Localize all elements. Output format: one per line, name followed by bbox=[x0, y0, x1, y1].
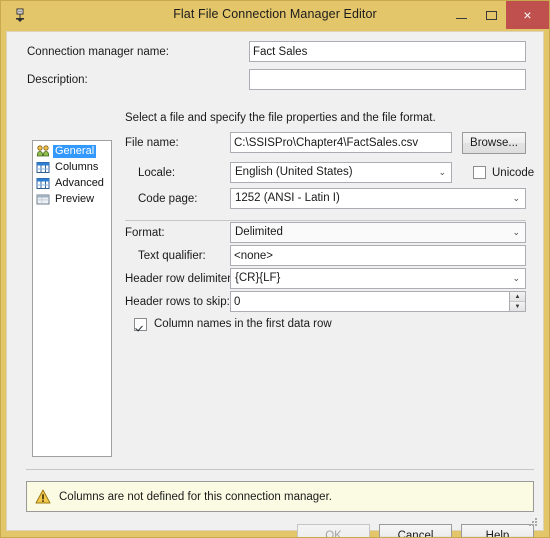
sidebar-item-label: Advanced bbox=[53, 177, 106, 190]
columns-page-icon bbox=[36, 161, 50, 174]
chevron-down-icon: ⌄ bbox=[512, 223, 520, 242]
section-divider bbox=[125, 220, 526, 221]
resize-grip[interactable] bbox=[527, 515, 539, 527]
warning-text: Columns are not defined for this connect… bbox=[59, 491, 332, 503]
help-button[interactable]: Help bbox=[461, 524, 534, 538]
code-page-select[interactable]: 1252 (ANSI - Latin I) ⌄ bbox=[230, 188, 526, 209]
sidebar-item-label: Preview bbox=[53, 193, 96, 206]
column-names-label: Column names in the first data row bbox=[154, 318, 332, 330]
close-icon: × bbox=[523, 7, 531, 23]
unicode-checkbox[interactable] bbox=[473, 166, 486, 179]
unicode-label: Unicode bbox=[492, 167, 534, 179]
locale-select[interactable]: English (United States) ⌄ bbox=[230, 162, 452, 183]
window-controls: × bbox=[446, 1, 549, 29]
description-input[interactable] bbox=[249, 69, 526, 90]
header-rows-to-skip-label: Header rows to skip: bbox=[125, 296, 230, 308]
text-qualifier-label: Text qualifier: bbox=[138, 250, 206, 262]
locale-label: Locale: bbox=[138, 167, 175, 179]
general-instruction: Select a file and specify the file prope… bbox=[125, 112, 436, 124]
warning-bar: Columns are not defined for this connect… bbox=[26, 481, 534, 512]
header-rows-to-skip-stepper[interactable]: ▲ ▼ bbox=[510, 291, 526, 312]
maximize-icon bbox=[486, 11, 497, 20]
format-value: Delimited bbox=[235, 226, 283, 238]
sidebar-item-advanced[interactable]: Advanced bbox=[36, 176, 111, 191]
sidebar-item-columns[interactable]: Columns bbox=[36, 160, 111, 175]
connection-manager-name-input[interactable] bbox=[249, 41, 526, 62]
minimize-icon bbox=[456, 18, 467, 19]
text-qualifier-input[interactable] bbox=[230, 245, 526, 266]
stepper-up-icon[interactable]: ▲ bbox=[510, 292, 525, 302]
browse-button[interactable]: Browse... bbox=[462, 132, 526, 154]
page-list[interactable]: General Columns bbox=[32, 140, 112, 457]
title-bar: Flat File Connection Manager Editor × bbox=[1, 1, 549, 31]
locale-value: English (United States) bbox=[235, 166, 353, 178]
header-row-delimiter-value: {CR}{LF} bbox=[235, 272, 280, 284]
close-button[interactable]: × bbox=[506, 1, 549, 29]
header-row-delimiter-select[interactable]: {CR}{LF} ⌄ bbox=[230, 268, 526, 289]
chevron-down-icon: ⌄ bbox=[512, 189, 520, 208]
file-name-label: File name: bbox=[125, 137, 179, 149]
ok-button[interactable]: OK bbox=[297, 524, 370, 538]
sidebar-item-preview[interactable]: Preview bbox=[36, 192, 111, 207]
footer-divider bbox=[26, 469, 534, 470]
file-name-input[interactable] bbox=[230, 132, 452, 153]
code-page-value: 1252 (ANSI - Latin I) bbox=[235, 192, 340, 204]
flat-file-connection-manager-editor-window: Flat File Connection Manager Editor × Co… bbox=[0, 0, 550, 538]
minimize-button[interactable] bbox=[446, 1, 476, 29]
code-page-label: Code page: bbox=[138, 193, 197, 205]
description-label: Description: bbox=[27, 74, 88, 86]
warning-triangle-icon bbox=[35, 489, 51, 504]
sidebar-item-general[interactable]: General bbox=[36, 144, 111, 159]
header-rows-to-skip-input[interactable] bbox=[230, 291, 510, 312]
chevron-down-icon: ⌄ bbox=[438, 163, 446, 182]
stepper-down-icon[interactable]: ▼ bbox=[510, 302, 525, 311]
format-select[interactable]: Delimited ⌄ bbox=[230, 222, 526, 243]
chevron-down-icon: ⌄ bbox=[512, 269, 520, 288]
column-names-checkbox[interactable] bbox=[134, 318, 147, 331]
advanced-page-icon bbox=[36, 177, 50, 190]
format-label: Format: bbox=[125, 227, 165, 239]
cancel-button[interactable]: Cancel bbox=[379, 524, 452, 538]
preview-page-icon bbox=[36, 193, 50, 206]
maximize-button[interactable] bbox=[476, 1, 506, 29]
dialog-client-area: Connection manager name: Description: Ge… bbox=[6, 31, 544, 531]
sidebar-item-label: General bbox=[53, 145, 96, 158]
header-row-delimiter-label: Header row delimiter: bbox=[125, 273, 234, 285]
general-page-icon bbox=[36, 145, 50, 158]
connection-manager-name-label: Connection manager name: bbox=[27, 46, 169, 58]
sidebar-item-label: Columns bbox=[53, 161, 100, 174]
